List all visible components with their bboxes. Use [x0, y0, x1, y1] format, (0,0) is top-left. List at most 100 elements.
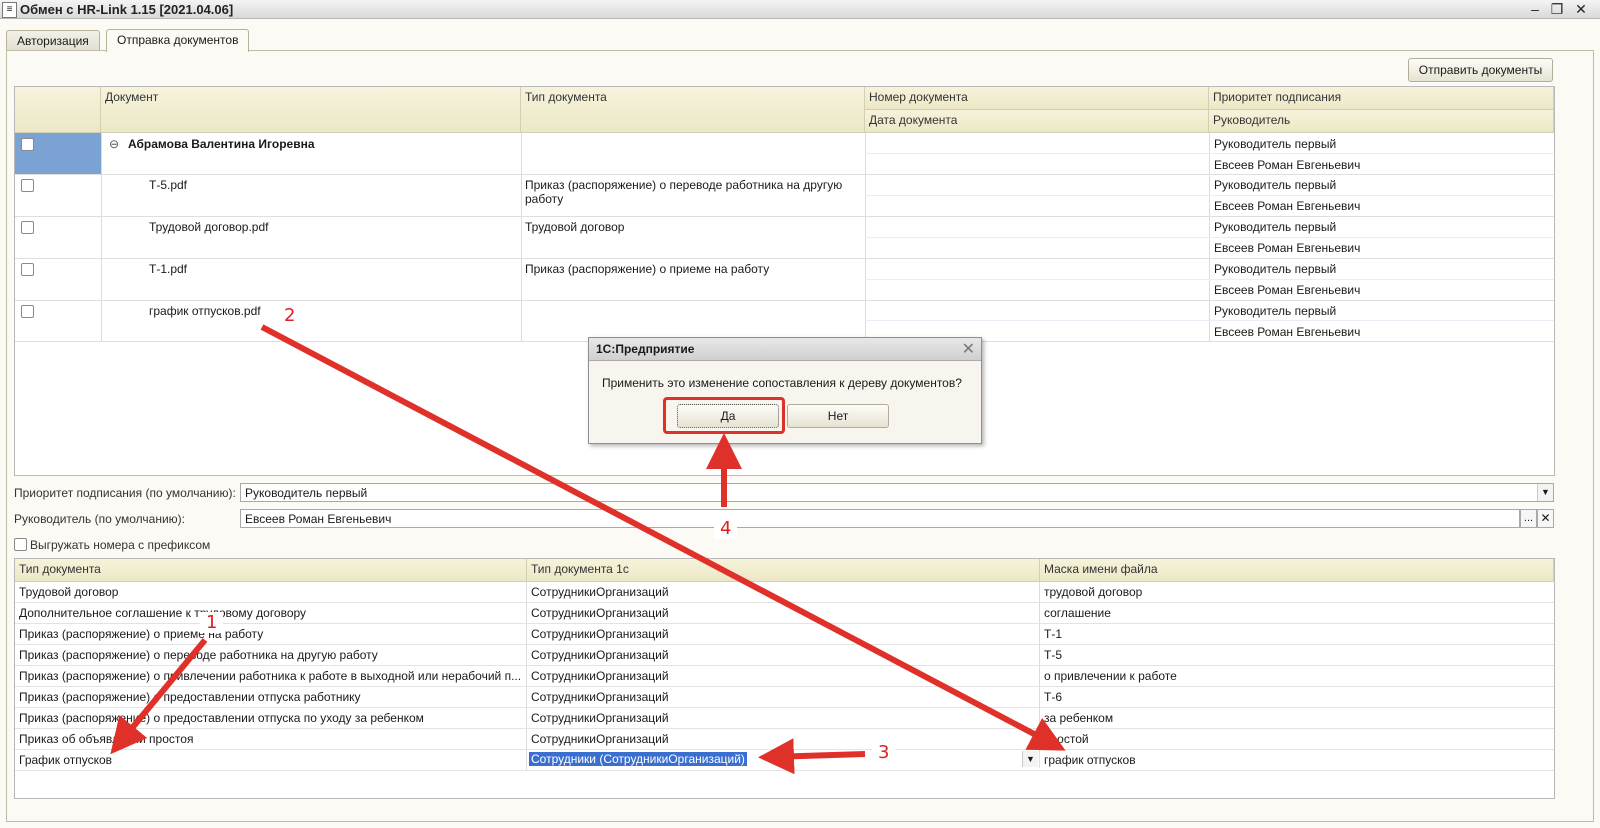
map-mask: о привлечении к работе [1044, 669, 1177, 683]
vline [101, 133, 102, 342]
doc-type: Трудовой договор [525, 220, 625, 234]
group-checkbox[interactable] [21, 138, 34, 151]
col-document[interactable]: Документ [101, 87, 521, 133]
doc-manager: Евсеев Роман Евгеньевич [1214, 241, 1361, 255]
default-manager-label: Руководитель (по умолчанию): [14, 512, 185, 526]
hline [15, 300, 1554, 301]
minimize-icon[interactable]: – [1526, 1, 1544, 17]
vline [521, 133, 522, 342]
default-priority-select[interactable]: Руководитель первый ▼ [240, 483, 1554, 502]
checkbox-header [15, 87, 101, 133]
map-doc-type-1c-editor[interactable]: Сотрудники (СотрудникиОрганизаций) ▼ [527, 750, 1040, 768]
chevron-down-icon[interactable]: ▼ [1537, 484, 1553, 501]
map-doc-type-1c: СотрудникиОрганизаций [527, 582, 1040, 602]
group-priority: Руководитель первый [1214, 137, 1337, 151]
col-manager[interactable]: Руководитель [1209, 110, 1554, 133]
map-doc-type: Приказ (распоряжение) о предоставлении о… [15, 708, 527, 728]
map-row[interactable]: Дополнительное соглашение к трудовому до… [15, 603, 1554, 624]
row-checkbox[interactable] [21, 221, 34, 234]
doc-type: Приказ (распоряжение) о приеме на работу [525, 262, 770, 276]
prefix-checkbox-label: Выгружать номера с префиксом [30, 538, 211, 552]
map-doc-type: Приказ (распоряжение) о переводе работни… [15, 645, 527, 665]
col-doc-number[interactable]: Номер документа [865, 87, 1209, 110]
highlight-box [663, 397, 785, 434]
annotation-number-1: 1 [200, 612, 224, 633]
map-row[interactable]: Приказ (распоряжение) о предоставлении о… [15, 708, 1554, 729]
map-doc-type-1c: СотрудникиОрганизаций [527, 645, 1040, 665]
map-row[interactable]: Приказ об объявлении простоя СотрудникиО… [15, 729, 1554, 750]
window-titlebar: ≡ Обмен с HR-Link 1.15 [2021.04.06] – ❐ … [0, 0, 1600, 19]
map-doc-type: Приказ (распоряжение) о приеме на работу [15, 624, 527, 644]
map-doc-type-1c: СотрудникиОрганизаций [527, 666, 1040, 686]
map-row[interactable]: Трудовой договор СотрудникиОрганизаций т… [15, 582, 1554, 603]
col-priority[interactable]: Приоритет подписания [1209, 87, 1554, 110]
map-mask: Т-1 [1044, 627, 1062, 641]
map-doc-type-1c-selected[interactable]: Сотрудники (СотрудникиОрганизаций) [529, 752, 747, 766]
col-doc-date[interactable]: Дата документа [865, 110, 1209, 133]
window-title: Обмен с HR-Link 1.15 [2021.04.06] [20, 2, 234, 17]
clear-icon[interactable]: ✕ [1537, 509, 1554, 528]
doc-file-name: Т-5.pdf [149, 178, 188, 192]
map-row-editing[interactable]: График отпусков Сотрудники (СотрудникиОр… [15, 750, 1554, 771]
row-checkbox[interactable] [21, 305, 34, 318]
doc-manager: Евсеев Роман Евгеньевич [1214, 199, 1361, 213]
subline [865, 279, 1554, 280]
dialog-close-icon[interactable]: ✕ [962, 339, 975, 359]
tab-send-documents[interactable]: Отправка документов [106, 29, 250, 52]
map-doc-type-1c: СотрудникиОрганизаций [527, 603, 1040, 623]
map-mask: трудовой договор [1044, 585, 1143, 599]
hline [15, 174, 1554, 175]
group-name: Абрамова Валентина Игоревна [128, 137, 315, 151]
default-manager-field[interactable]: Евсеев Роман Евгеньевич [240, 509, 1520, 528]
default-priority-label: Приоритет подписания (по умолчанию): [14, 486, 236, 500]
row-checkbox[interactable] [21, 179, 34, 192]
chevron-down-icon[interactable]: ▼ [1022, 751, 1038, 767]
map-row[interactable]: Приказ (распоряжение) о приеме на работу… [15, 624, 1554, 645]
no-button[interactable]: Нет [787, 404, 889, 428]
hline [15, 258, 1554, 259]
tab-authorization[interactable]: Авторизация [6, 30, 100, 51]
doc-priority: Руководитель первый [1214, 178, 1337, 192]
map-doc-type: Дополнительное соглашение к трудовому до… [15, 603, 527, 623]
send-documents-button[interactable]: Отправить документы [1408, 58, 1553, 82]
map-mask: за ребенком [1044, 711, 1114, 725]
doc-file-name: график отпусков.pdf [149, 304, 261, 318]
dialog-title: 1С:Предприятие [596, 342, 695, 356]
doc-file-name: Трудовой договор.pdf [149, 220, 269, 234]
map-row[interactable]: Приказ (распоряжение) о переводе работни… [15, 645, 1554, 666]
group-manager: Евсеев Роман Евгеньевич [1214, 158, 1361, 172]
row-checkbox[interactable] [21, 263, 34, 276]
col-doc-type[interactable]: Тип документа [521, 87, 865, 133]
map-row[interactable]: Приказ (распоряжение) о привлечении рабо… [15, 666, 1554, 687]
restore-icon[interactable]: ❐ [1548, 1, 1566, 17]
ellipsis-icon[interactable]: ... [1520, 509, 1537, 528]
doc-file-name: Т-1.pdf [149, 262, 188, 276]
map-doc-type: Приказ (распоряжение) о предоставлении о… [15, 687, 527, 707]
map-doc-type-1c: СотрудникиОрганизаций [527, 729, 1040, 749]
doc-manager: Евсеев Роман Евгеньевич [1214, 283, 1361, 297]
map-doc-type: Трудовой договор [15, 582, 527, 602]
doc-priority: Руководитель первый [1214, 220, 1337, 234]
map-mask: Т-6 [1044, 690, 1062, 704]
map-mask: график отпусков [1044, 753, 1136, 767]
collapse-icon[interactable]: ⊖ [109, 137, 119, 151]
confirm-dialog: 1С:Предприятие ✕ Применить это изменение… [588, 337, 982, 444]
dialog-message: Применить это изменение сопоставления к … [602, 376, 962, 390]
col-map-mask[interactable]: Маска имени файла [1040, 559, 1554, 582]
doc-type-cont: работу [525, 192, 564, 206]
app-icon: ≡ [2, 2, 17, 18]
prefix-checkbox[interactable] [14, 538, 27, 551]
map-row[interactable]: Приказ (распоряжение) о предоставлении о… [15, 687, 1554, 708]
doc-manager: Евсеев Роман Евгеньевич [1214, 325, 1361, 339]
map-doc-type: Приказ об объявлении простоя [15, 729, 527, 749]
annotation-number-2: 2 [278, 305, 302, 326]
close-icon[interactable]: ✕ [1572, 1, 1590, 17]
dialog-header: 1С:Предприятие ✕ [589, 338, 981, 361]
col-map-doc-type-1c[interactable]: Тип документа 1с [527, 559, 1040, 582]
map-mask: Т-5 [1044, 648, 1062, 662]
doc-priority: Руководитель первый [1214, 262, 1337, 276]
mapping-grid: Тип документа Тип документа 1с Маска име… [14, 558, 1555, 799]
col-map-doc-type[interactable]: Тип документа [15, 559, 527, 582]
map-mask: простой [1044, 732, 1089, 746]
map-doc-type-1c: СотрудникиОрганизаций [527, 708, 1040, 728]
